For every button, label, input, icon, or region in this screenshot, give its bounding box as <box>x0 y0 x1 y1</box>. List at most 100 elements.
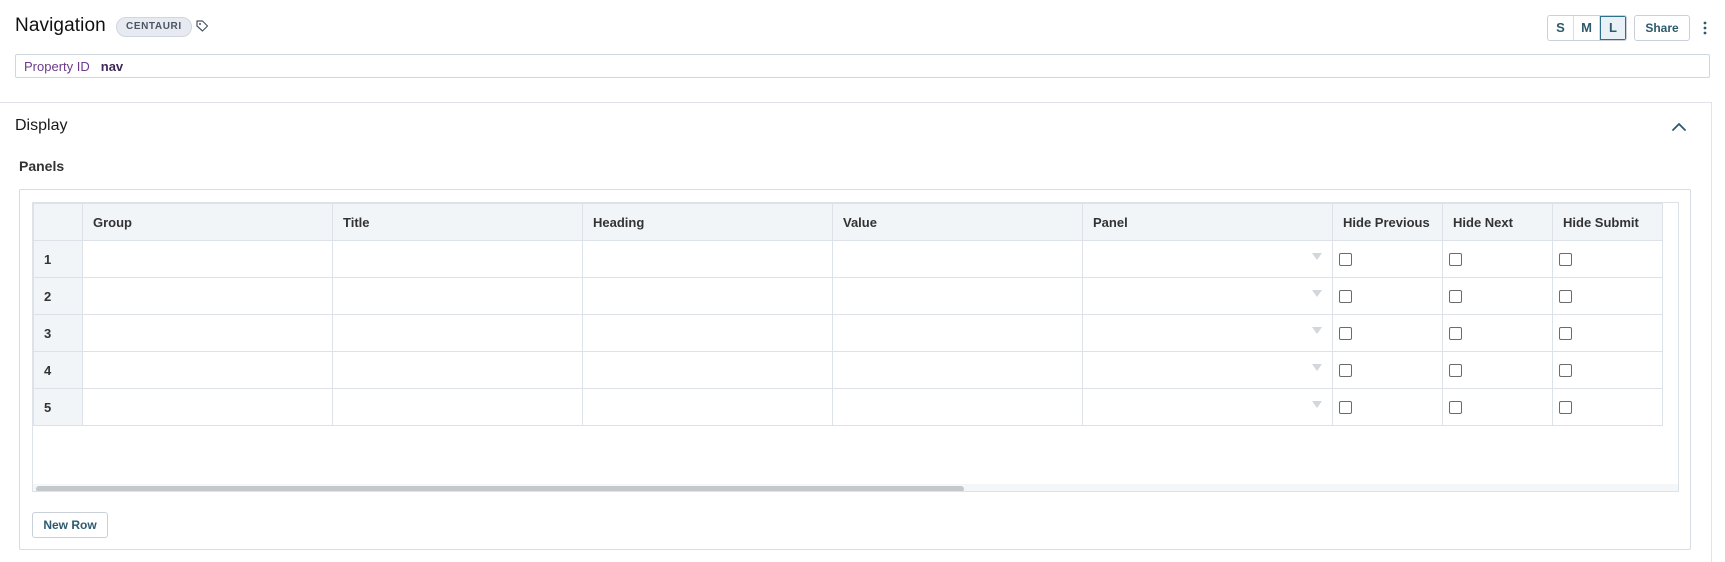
more-vertical-icon[interactable] <box>1700 19 1710 37</box>
hide-previous-cell <box>1332 277 1443 315</box>
column-header-hide-next[interactable]: Hide Next <box>1442 203 1553 241</box>
hide-submit-cell <box>1552 314 1663 352</box>
hide-previous-checkbox[interactable] <box>1339 363 1352 377</box>
share-button[interactable]: Share <box>1634 15 1690 41</box>
panels-table: Group Title Heading Value Panel Hide Pre… <box>33 203 1663 426</box>
dropdown-arrow-icon <box>1312 327 1322 334</box>
hide-submit-cell <box>1552 277 1663 315</box>
hide-submit-checkbox[interactable] <box>1559 326 1572 340</box>
size-small-button[interactable]: S <box>1548 16 1574 40</box>
title-cell[interactable] <box>332 351 583 389</box>
panel-select-cell[interactable] <box>1082 277 1333 315</box>
value-cell[interactable] <box>832 388 1083 426</box>
column-header-value[interactable]: Value <box>832 203 1083 241</box>
hide-previous-cell <box>1332 388 1443 426</box>
row-number: 2 <box>33 277 83 315</box>
property-id-value: nav <box>100 58 124 74</box>
hide-next-checkbox[interactable] <box>1449 400 1462 414</box>
hide-next-cell <box>1442 277 1553 315</box>
heading-cell[interactable] <box>582 240 833 278</box>
size-medium-button[interactable]: M <box>1574 16 1600 40</box>
dropdown-arrow-icon <box>1312 364 1322 371</box>
hide-next-cell <box>1442 388 1553 426</box>
column-header-group[interactable]: Group <box>82 203 333 241</box>
panel-select-cell[interactable] <box>1082 240 1333 278</box>
dropdown-arrow-icon <box>1312 401 1322 408</box>
title-cell[interactable] <box>332 314 583 352</box>
hide-next-cell <box>1442 351 1553 389</box>
section-divider <box>0 102 1712 103</box>
hide-submit-checkbox[interactable] <box>1559 400 1572 414</box>
hide-previous-checkbox[interactable] <box>1339 252 1352 266</box>
section-title-display: Display <box>15 117 68 134</box>
hide-next-cell <box>1442 240 1553 278</box>
hide-submit-cell <box>1552 351 1663 389</box>
tag-icon[interactable] <box>195 19 209 33</box>
column-header-title[interactable]: Title <box>332 203 583 241</box>
size-toggle-group: S M L <box>1547 15 1627 41</box>
dropdown-arrow-icon <box>1312 253 1322 260</box>
value-cell[interactable] <box>832 240 1083 278</box>
hide-previous-cell <box>1332 240 1443 278</box>
heading-cell[interactable] <box>582 351 833 389</box>
row-number: 1 <box>33 240 83 278</box>
hide-previous-cell <box>1332 351 1443 389</box>
hide-next-checkbox[interactable] <box>1449 252 1462 266</box>
hide-previous-checkbox[interactable] <box>1339 289 1352 303</box>
row-number: 5 <box>33 388 83 426</box>
table-row: 5 <box>33 388 1663 426</box>
column-header-panel[interactable]: Panel <box>1082 203 1333 241</box>
value-cell[interactable] <box>832 277 1083 315</box>
title-cell[interactable] <box>332 240 583 278</box>
panels-label: Panels <box>19 158 65 174</box>
table-corner-cell <box>33 203 83 241</box>
page-header: Navigation CENTAURI S M L Share <box>15 14 1725 42</box>
new-row-button[interactable]: New Row <box>32 512 108 538</box>
hide-next-checkbox[interactable] <box>1449 326 1462 340</box>
hide-submit-checkbox[interactable] <box>1559 289 1572 303</box>
group-cell[interactable] <box>82 351 333 389</box>
table-header-row: Group Title Heading Value Panel Hide Pre… <box>33 203 1663 241</box>
page-title: Navigation <box>15 15 106 36</box>
value-cell[interactable] <box>832 351 1083 389</box>
chevron-up-icon[interactable] <box>1671 119 1687 135</box>
panel-select-cell[interactable] <box>1082 314 1333 352</box>
hide-next-cell <box>1442 314 1553 352</box>
hide-submit-cell <box>1552 388 1663 426</box>
hide-previous-cell <box>1332 314 1443 352</box>
property-id-field[interactable]: Property ID nav <box>15 54 1710 78</box>
heading-cell[interactable] <box>582 277 833 315</box>
group-cell[interactable] <box>82 314 333 352</box>
hide-submit-checkbox[interactable] <box>1559 252 1572 266</box>
column-header-heading[interactable]: Heading <box>582 203 833 241</box>
hide-previous-checkbox[interactable] <box>1339 326 1352 340</box>
column-header-hide-previous[interactable]: Hide Previous <box>1332 203 1443 241</box>
heading-cell[interactable] <box>582 314 833 352</box>
hide-submit-checkbox[interactable] <box>1559 363 1572 377</box>
environment-badge: CENTAURI <box>116 17 192 37</box>
hide-submit-cell <box>1552 240 1663 278</box>
panel-select-cell[interactable] <box>1082 388 1333 426</box>
horizontal-scrollbar[interactable] <box>33 484 1678 491</box>
panel-right-edge <box>1711 102 1712 562</box>
column-header-hide-submit[interactable]: Hide Submit <box>1552 203 1663 241</box>
hide-next-checkbox[interactable] <box>1449 289 1462 303</box>
hide-previous-checkbox[interactable] <box>1339 400 1352 414</box>
dropdown-arrow-icon <box>1312 290 1322 297</box>
size-large-button[interactable]: L <box>1600 16 1626 40</box>
group-cell[interactable] <box>82 388 333 426</box>
heading-cell[interactable] <box>582 388 833 426</box>
value-cell[interactable] <box>832 314 1083 352</box>
title-cell[interactable] <box>332 277 583 315</box>
hide-next-checkbox[interactable] <box>1449 363 1462 377</box>
row-number: 3 <box>33 314 83 352</box>
table-row: 2 <box>33 277 1663 315</box>
panel-select-cell[interactable] <box>1082 351 1333 389</box>
title-cell[interactable] <box>332 388 583 426</box>
group-cell[interactable] <box>82 240 333 278</box>
property-id-label: Property ID <box>24 58 90 74</box>
table-row: 4 <box>33 351 1663 389</box>
horizontal-scrollbar-thumb[interactable] <box>36 486 964 491</box>
table-row: 1 <box>33 240 1663 278</box>
group-cell[interactable] <box>82 277 333 315</box>
